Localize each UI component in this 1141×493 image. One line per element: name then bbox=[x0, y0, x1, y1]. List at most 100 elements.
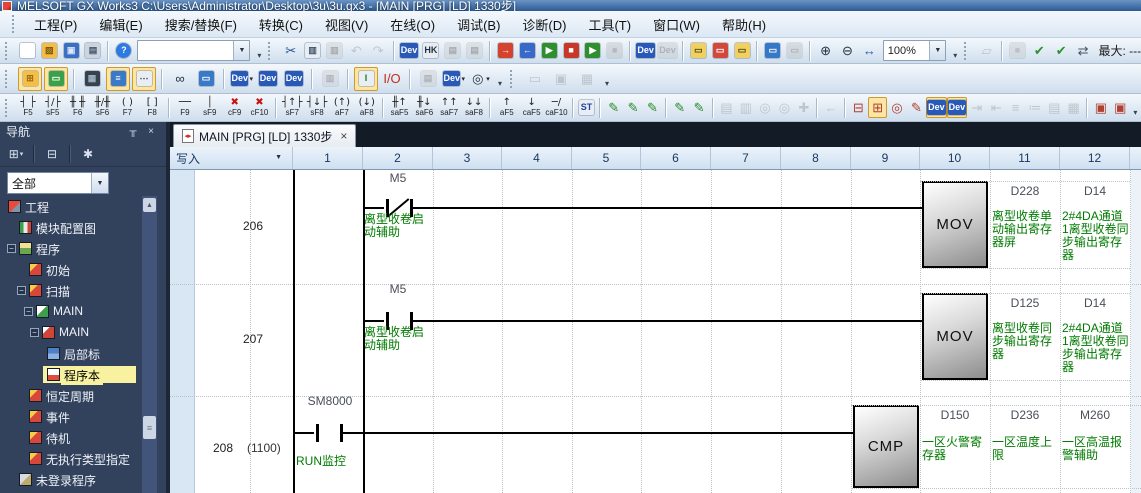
scroll-up-arrow[interactable]: ▲ bbox=[143, 198, 156, 212]
tree-expander-icon[interactable]: − bbox=[24, 307, 33, 316]
align-statement-icon[interactable]: ≡ bbox=[1006, 97, 1025, 118]
tab-main-prg[interactable]: ◂▸ MAIN [PRG] [LD] 1330步 × bbox=[173, 124, 356, 147]
falling-pulse-close-branch-button[interactable]: ↓↓saF8 bbox=[462, 95, 487, 120]
sidebar-item-main[interactable]: −MAIN bbox=[0, 301, 142, 322]
convert-check-icon[interactable]: ✔ bbox=[1029, 40, 1050, 61]
cut-icon[interactable]: ✂ bbox=[280, 40, 301, 61]
note-display-icon[interactable]: ⋯ bbox=[132, 67, 156, 91]
operand-device[interactable]: D150 bbox=[920, 408, 990, 422]
monitor-start-icon[interactable]: ▶ bbox=[539, 40, 560, 61]
rising-pulse-button[interactable]: ┤↑├sF7 bbox=[280, 95, 305, 120]
copy-icon[interactable]: ▥ bbox=[302, 40, 323, 61]
outline-collapse-icon[interactable]: ⊟ bbox=[849, 97, 868, 118]
toolbar-grip[interactable] bbox=[5, 42, 12, 60]
invert-operation-up-button[interactable]: ↑aF5 bbox=[494, 95, 519, 120]
device-label[interactable]: M5 bbox=[363, 171, 433, 185]
rising-pulse-close-branch-button[interactable]: ↑↑saF7 bbox=[437, 95, 462, 120]
device-comment-batch-icon[interactable]: Dev▾ bbox=[442, 67, 466, 91]
wire-check-icon[interactable]: ▦ bbox=[1064, 97, 1083, 118]
find-contact-icon[interactable]: ◎ bbox=[755, 97, 774, 118]
convert-all-check-icon[interactable]: ✔ bbox=[1051, 40, 1072, 61]
toolbar-grip[interactable] bbox=[510, 70, 517, 88]
tree-expander-icon[interactable]: − bbox=[17, 286, 26, 295]
toolbar-overflow-icon[interactable]: ▾ bbox=[601, 68, 613, 90]
edit-open-contact-pencil-icon[interactable]: ✎ bbox=[623, 97, 642, 118]
menu-item-convert[interactable]: 转换(C) bbox=[248, 11, 314, 37]
label-editor-icon[interactable]: I bbox=[354, 67, 378, 91]
vertical-line-button[interactable]: │sF9 bbox=[197, 95, 222, 120]
menu-item-online[interactable]: 在线(O) bbox=[379, 11, 446, 37]
instruction-mov[interactable]: MOV bbox=[922, 181, 988, 268]
tree-expander-icon[interactable]: − bbox=[30, 328, 39, 337]
toolbar-overflow-icon[interactable]: ▾ bbox=[494, 68, 506, 90]
scroll-thumb[interactable]: ≡ bbox=[143, 416, 156, 439]
comment-window-icon[interactable]: ▭ bbox=[688, 40, 709, 61]
paste-icon[interactable]: ▥ bbox=[324, 40, 345, 61]
menu-item-diagnostics[interactable]: 诊断(D) bbox=[511, 11, 577, 37]
sidebar-item-module-config[interactable]: 模块配置图 bbox=[0, 217, 142, 238]
sidebar-item-project[interactable]: 工程 bbox=[0, 196, 142, 217]
draw-line-pencil-icon[interactable]: ✎ bbox=[670, 97, 689, 118]
invert-result-button[interactable]: ─/caF10 bbox=[544, 95, 569, 120]
operand-device[interactable]: D14 bbox=[1060, 184, 1130, 198]
jump-window-icon[interactable]: ⇄ bbox=[1073, 40, 1094, 61]
edit-coil-pencil-icon[interactable]: ✎ bbox=[643, 97, 662, 118]
edit-mode-pencil-icon[interactable]: ✎ bbox=[604, 97, 623, 118]
register-device-icon[interactable]: ▣ bbox=[1091, 97, 1110, 118]
sidebar-item-standby[interactable]: 待机 bbox=[0, 427, 142, 448]
falling-pulse-branch-button[interactable]: (↓)aF8 bbox=[354, 95, 379, 120]
edit-track-icon[interactable]: ✎ bbox=[907, 97, 926, 118]
sidebar-item-program-body[interactable]: 程序本 bbox=[0, 364, 142, 385]
open-project-icon[interactable]: ▨ bbox=[39, 40, 60, 61]
sidebar-item-initial[interactable]: 初始 bbox=[0, 259, 142, 280]
operand-device[interactable]: D228 bbox=[990, 184, 1060, 198]
program-check-icon[interactable]: ▤ bbox=[1045, 97, 1064, 118]
element-selection-icon[interactable]: ▭ bbox=[44, 67, 68, 91]
falling-pulse-close-button[interactable]: ╫↓saF6 bbox=[412, 95, 437, 120]
open-branch-button[interactable]: ╫ ╫F6 bbox=[65, 95, 90, 120]
pin-icon[interactable]: ╥ bbox=[124, 123, 142, 140]
sidebar-item-scan[interactable]: −扫描 bbox=[0, 280, 142, 301]
binoculars-find-icon[interactable]: ∞ bbox=[168, 67, 192, 91]
fit-width-icon[interactable]: ↔ bbox=[859, 40, 880, 61]
coil-button[interactable]: ( )F7 bbox=[115, 95, 140, 120]
toolbar-overflow-icon[interactable]: ▾ bbox=[253, 40, 265, 62]
menu-item-search-replace[interactable]: 搜索/替换(F) bbox=[154, 11, 248, 37]
close-contact-button[interactable]: ┤/├sF5 bbox=[40, 95, 65, 120]
device-label[interactable]: SM8000 bbox=[295, 394, 365, 408]
option-window-icon[interactable]: ▭ bbox=[523, 67, 547, 91]
invert-operation-down-button[interactable]: ↓caF5 bbox=[519, 95, 544, 120]
device-write-icon[interactable]: Dev bbox=[947, 97, 968, 118]
menu-item-edit[interactable]: 编辑(E) bbox=[88, 11, 153, 37]
sidebar-item-event[interactable]: 事件 bbox=[0, 406, 142, 427]
device-label[interactable]: M5 bbox=[363, 282, 433, 296]
toolbar-overflow-icon[interactable]: ▾ bbox=[1130, 97, 1141, 119]
open-contact-button[interactable]: ┤ ├F5 bbox=[16, 95, 41, 120]
monitor-pc-off-icon[interactable]: ▭ bbox=[784, 40, 805, 61]
module-configuration-icon[interactable]: ▦ bbox=[80, 67, 104, 91]
navigation-window-icon[interactable]: ⊞ bbox=[18, 67, 42, 91]
align-note-icon[interactable]: ≔ bbox=[1025, 97, 1044, 118]
register-label-icon[interactable]: ▣ bbox=[1111, 97, 1130, 118]
zoom-out-icon[interactable]: ⊖ bbox=[837, 40, 858, 61]
print-icon[interactable]: ▤ bbox=[83, 40, 104, 61]
window-switch-icon[interactable]: ▣ bbox=[549, 67, 573, 91]
previous-step-icon[interactable]: ← bbox=[821, 97, 840, 118]
settings-gear-button[interactable]: ✱ bbox=[76, 144, 100, 165]
sidebar-item-program[interactable]: −程序 bbox=[0, 238, 142, 259]
help-icon[interactable]: ? bbox=[113, 40, 134, 61]
tree-collapse-button[interactable]: ⊟ bbox=[40, 144, 64, 165]
device-monitor-icon[interactable]: ◎▾ bbox=[468, 67, 492, 91]
toolbar-grip[interactable] bbox=[5, 70, 12, 88]
close-branch-button[interactable]: ╫/╫sF6 bbox=[90, 95, 115, 120]
monitor-watch-icon[interactable]: ▶ bbox=[582, 40, 603, 61]
stop-gray-icon[interactable]: ■ bbox=[1007, 40, 1028, 61]
statement-display-icon[interactable]: ≡ bbox=[106, 67, 130, 91]
doc-verify-icon[interactable]: ▤ bbox=[464, 40, 485, 61]
toolbar-overflow-icon[interactable]: ▾ bbox=[949, 40, 961, 62]
statement-edit-icon[interactable]: ▥ bbox=[736, 97, 755, 118]
menu-grip[interactable] bbox=[12, 15, 19, 33]
outline-expand-icon[interactable]: ⊞ bbox=[868, 97, 887, 118]
close-icon[interactable]: × bbox=[142, 123, 160, 140]
find-replace-window-icon[interactable]: ▭ bbox=[194, 67, 218, 91]
